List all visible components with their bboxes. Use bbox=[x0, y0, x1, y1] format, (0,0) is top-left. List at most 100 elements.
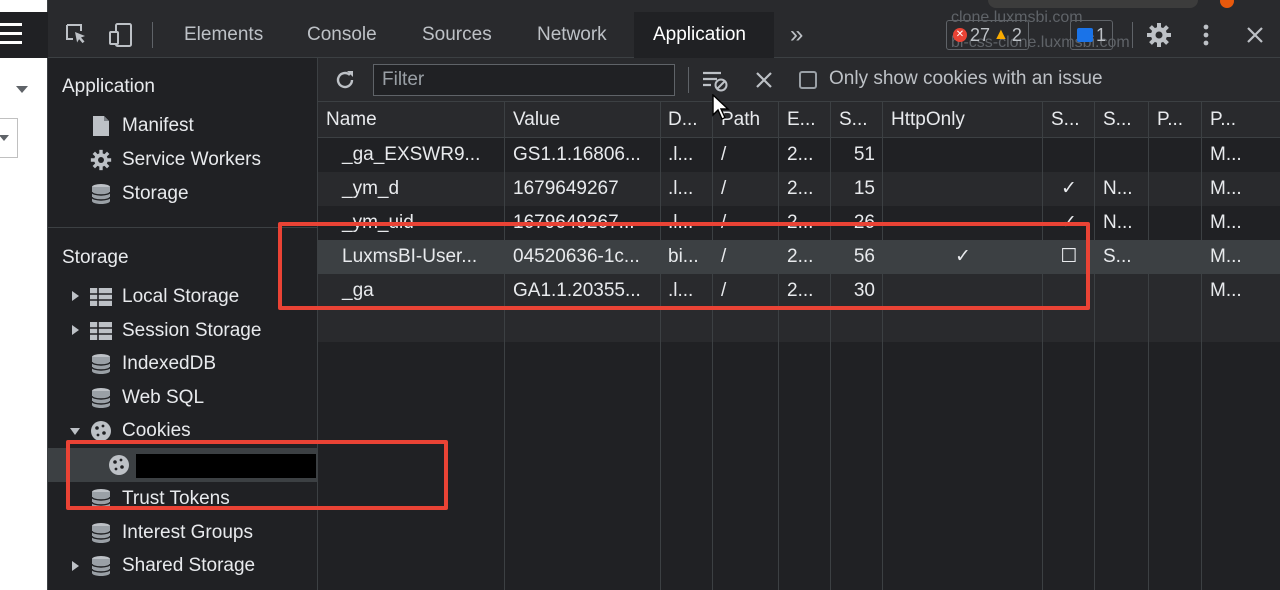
column-header-partition[interactable]: P... bbox=[1149, 102, 1201, 138]
browser-top-strip bbox=[48, 0, 1280, 12]
sidebar-item-session-storage[interactable]: Session Storage bbox=[90, 316, 261, 346]
column-header-value[interactable]: Value bbox=[505, 102, 660, 138]
cookies-panel: Only show cookies with an issue _ga_EXSW… bbox=[318, 58, 1280, 590]
column-header-priority[interactable]: P... bbox=[1202, 102, 1280, 138]
grid-icon bbox=[90, 286, 112, 308]
tab-console[interactable]: Console bbox=[293, 12, 391, 58]
grid-icon bbox=[90, 320, 112, 342]
sidebar-item-label: Manifest bbox=[122, 115, 194, 136]
refresh-icon[interactable] bbox=[330, 58, 360, 102]
column-header-domain[interactable]: D... bbox=[660, 102, 712, 138]
filter-separator bbox=[688, 67, 689, 93]
messages-counter[interactable]: 1 bbox=[1070, 20, 1114, 50]
database-icon bbox=[90, 555, 112, 577]
annotation-highlight-cookie-origin bbox=[66, 440, 448, 510]
message-count: 1 bbox=[1096, 24, 1107, 45]
hamburger-menu-icon[interactable] bbox=[0, 12, 48, 58]
gear-icon bbox=[90, 149, 112, 171]
more-tabs-button[interactable]: » bbox=[776, 12, 817, 58]
sidebar-item-manifest[interactable]: Manifest bbox=[90, 111, 194, 141]
device-toolbar-icon[interactable] bbox=[106, 12, 136, 58]
tab-elements[interactable]: Elements bbox=[170, 12, 277, 58]
sidebar-item-interest-groups[interactable]: Interest Groups bbox=[90, 518, 253, 548]
error-icon: ✕ bbox=[953, 28, 967, 42]
column-header-name[interactable]: Name bbox=[318, 102, 504, 138]
cell-size: 15 bbox=[853, 178, 875, 199]
cell-name: _ym_d bbox=[342, 178, 400, 199]
column-divider[interactable] bbox=[882, 102, 883, 590]
collapse-arrow-icon[interactable] bbox=[70, 428, 80, 435]
column-divider[interactable] bbox=[1148, 102, 1149, 590]
sidebar-item-label: Cookies bbox=[122, 420, 191, 441]
sidebar-item-shared-storage[interactable]: Shared Storage bbox=[90, 551, 255, 581]
column-divider[interactable] bbox=[1042, 102, 1043, 590]
sidebar-item-storage[interactable]: Storage bbox=[90, 179, 189, 209]
cookie-filter-bar: Only show cookies with an issue bbox=[318, 58, 1280, 102]
close-icon[interactable] bbox=[1240, 12, 1270, 58]
cell-partition bbox=[1149, 172, 1201, 206]
sidebar-item-label: Web SQL bbox=[122, 387, 205, 408]
cell-value: 1679649267 bbox=[513, 178, 619, 199]
dropdown-caret-icon[interactable] bbox=[16, 86, 28, 93]
tab-sources[interactable]: Sources bbox=[408, 12, 506, 58]
only-issues-checkbox[interactable] bbox=[799, 71, 817, 89]
cell-samesite: N... bbox=[1103, 212, 1133, 233]
cell-priority: M... bbox=[1210, 144, 1242, 165]
column-header-expires[interactable]: E... bbox=[779, 102, 831, 138]
cell-path: / bbox=[721, 144, 727, 165]
column-divider[interactable] bbox=[1094, 102, 1095, 590]
cell-domain: .l... bbox=[668, 144, 694, 165]
profile-dot bbox=[1220, 0, 1234, 8]
cell-priority: M... bbox=[1210, 246, 1242, 267]
sidebar-item-local-storage[interactable]: Local Storage bbox=[90, 282, 239, 312]
cookie-table: _ga_EXSWR9... GS1.1.16806... .l... / 2..… bbox=[318, 102, 1280, 590]
cell-domain: .l... bbox=[668, 178, 694, 199]
page-edge bbox=[0, 0, 48, 590]
tab-application[interactable]: Application bbox=[634, 12, 774, 58]
sidebar-item-label: Shared Storage bbox=[122, 555, 256, 576]
empty-area bbox=[318, 342, 1280, 590]
column-divider[interactable] bbox=[504, 102, 505, 590]
database-icon bbox=[90, 522, 112, 544]
table-row[interactable]: _ga_EXSWR9... GS1.1.16806... .l... / 2..… bbox=[318, 138, 1280, 172]
storage-section-header: Storage bbox=[62, 247, 129, 268]
column-divider[interactable] bbox=[778, 102, 779, 590]
column-header-secure[interactable]: S... bbox=[1043, 102, 1095, 138]
column-divider[interactable] bbox=[830, 102, 831, 590]
expand-arrow-icon[interactable] bbox=[72, 325, 79, 335]
inspect-element-icon[interactable] bbox=[62, 12, 92, 58]
sidebar-item-label: Session Storage bbox=[122, 320, 262, 341]
warning-icon: ▲ bbox=[993, 26, 1009, 43]
cell-partition bbox=[1149, 240, 1201, 274]
database-icon bbox=[90, 387, 112, 409]
column-divider[interactable] bbox=[712, 102, 713, 590]
sidebar-item-service-workers[interactable]: Service Workers bbox=[90, 145, 261, 175]
cell-httponly bbox=[883, 138, 1043, 172]
expand-arrow-icon[interactable] bbox=[72, 291, 79, 301]
expand-arrow-icon[interactable] bbox=[72, 561, 79, 571]
error-count: 27 bbox=[970, 24, 991, 45]
more-options-icon[interactable] bbox=[1194, 12, 1218, 58]
clear-all-icon[interactable] bbox=[750, 58, 778, 102]
sidebar-item-indexeddb[interactable]: IndexedDB bbox=[90, 349, 216, 379]
column-header-httponly[interactable]: HttpOnly bbox=[883, 102, 1043, 138]
filter-input[interactable] bbox=[373, 64, 675, 96]
table-header: Name Value D... Path E... S... HttpOnly … bbox=[318, 102, 1280, 138]
issues-counter[interactable]: ✕ 27 ▲ 2 bbox=[946, 20, 1029, 50]
tab-network[interactable]: Network bbox=[523, 12, 621, 58]
column-divider[interactable] bbox=[1201, 102, 1202, 590]
page-select[interactable] bbox=[0, 118, 18, 158]
warning-count: 2 bbox=[1011, 24, 1022, 45]
database-icon bbox=[90, 353, 112, 375]
column-header-samesite[interactable]: S... bbox=[1095, 102, 1149, 138]
column-divider[interactable] bbox=[660, 102, 661, 590]
gear-icon[interactable] bbox=[1144, 12, 1174, 58]
sidebar-item-web-sql[interactable]: Web SQL bbox=[90, 383, 204, 413]
table-row[interactable]: _ym_d 1679649267 .l... / 2... 15 ✓ N... … bbox=[318, 172, 1280, 206]
message-icon bbox=[1077, 28, 1093, 42]
cell-partition bbox=[1149, 206, 1201, 240]
cell-size: 51 bbox=[853, 144, 875, 165]
cell-secure bbox=[1043, 138, 1095, 172]
toolbar-separator bbox=[1132, 22, 1133, 48]
column-header-size[interactable]: S... bbox=[831, 102, 883, 138]
